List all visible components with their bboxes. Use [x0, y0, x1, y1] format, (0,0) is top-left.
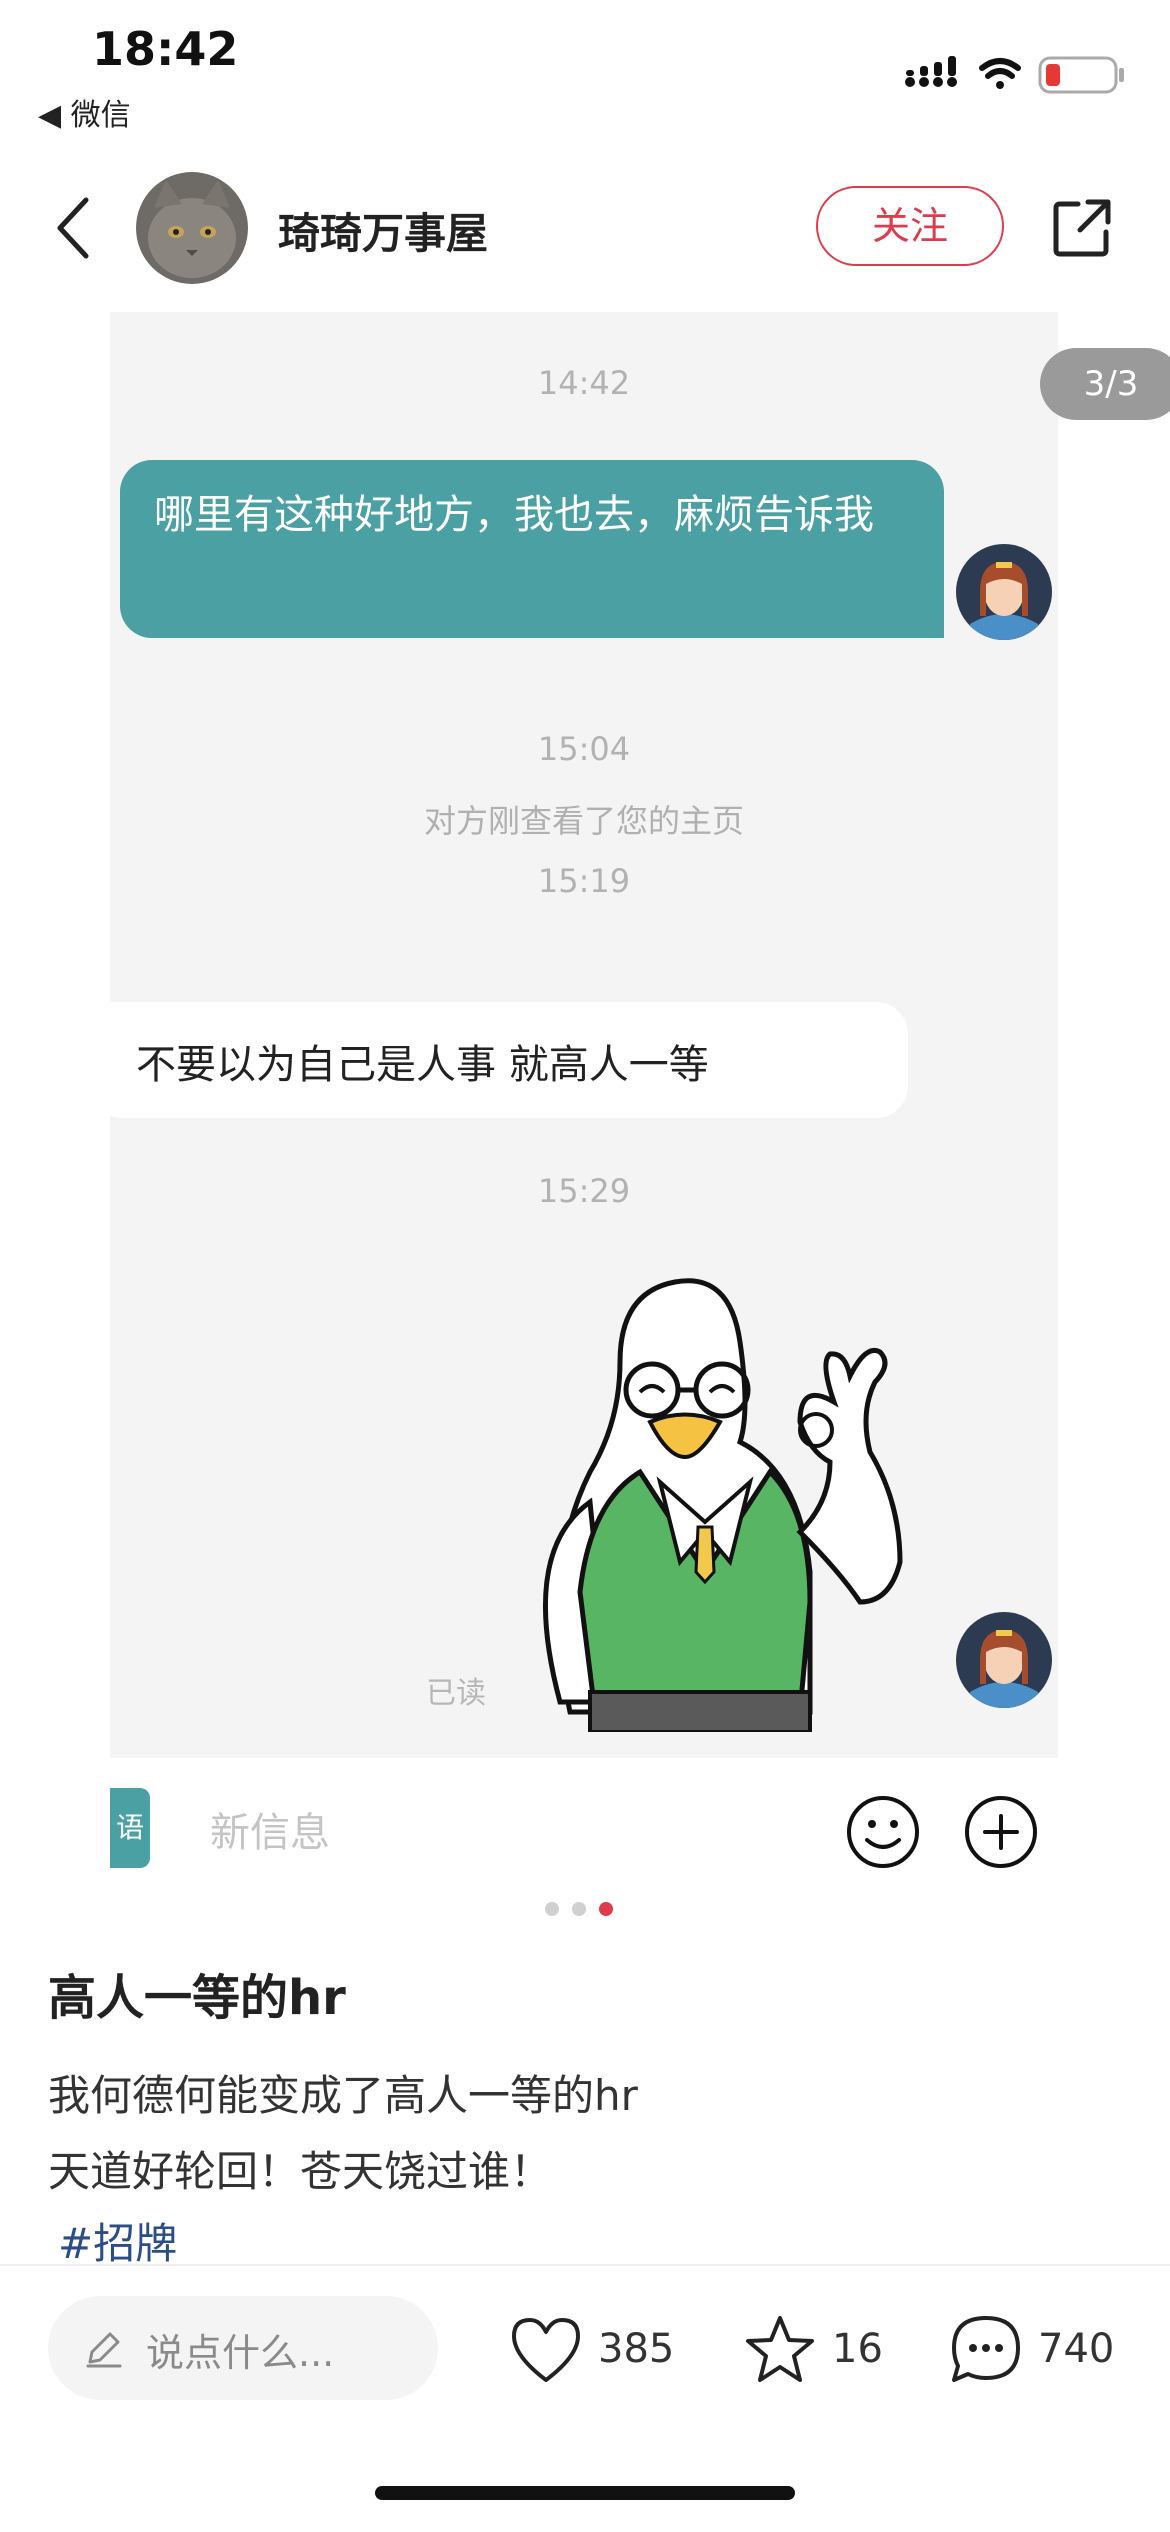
chat-timestamp: 15:29: [537, 1172, 631, 1210]
chat-input-bar: 语 新信息: [110, 1760, 1058, 1908]
girl-avatar-icon: [956, 544, 1052, 640]
girl-avatar-icon: [956, 1612, 1052, 1708]
post-body-line: 我何德何能变成了高人一等的hr: [48, 2071, 638, 2120]
cellular-signal-icon: [905, 56, 957, 87]
image-page-indicator: 3/3: [1040, 348, 1170, 420]
read-status: 已读: [426, 1676, 486, 1711]
user-avatar: [956, 544, 1052, 640]
system-message: 对方刚查看了您的主页: [423, 802, 744, 840]
speech-bubble-icon: [952, 2316, 1020, 2382]
voice-button: 语: [110, 1788, 150, 1868]
comment-input[interactable]: 说点什么...: [48, 2296, 438, 2400]
divider: [0, 2264, 1170, 2266]
star-icon: [746, 2316, 814, 2382]
home-indicator: [375, 2486, 795, 2500]
favorite-count: 16: [832, 2326, 883, 2372]
message-input-placeholder: 新信息: [210, 1810, 330, 1856]
follow-button[interactable]: 关注: [816, 186, 1004, 266]
pencil-icon: [86, 2332, 122, 2368]
carousel-dots: [545, 1902, 613, 1916]
incoming-message-bubble: 不要以为自己是人事 就高人一等: [110, 1002, 908, 1118]
plus-circle-icon: [965, 1796, 1037, 1868]
comment-count: 740: [1038, 2326, 1115, 2372]
favorite-button[interactable]: 16: [740, 2310, 890, 2390]
wifi-icon: [979, 58, 1021, 89]
outgoing-message-bubble: 哪里有这种好地方，我也去，麻烦告诉我: [120, 460, 944, 638]
post-title: 高人一等的hr: [48, 1970, 346, 2026]
user-avatar: [956, 1612, 1052, 1708]
author-avatar[interactable]: [136, 172, 248, 284]
like-count: 385: [598, 2326, 675, 2372]
post-body-line: 天道好轮回！苍天饶过谁！: [48, 2147, 553, 2196]
hashtag-link[interactable]: #招牌: [58, 2210, 177, 2271]
chat-timestamp: 15:19: [537, 862, 631, 900]
share-icon[interactable]: [1050, 196, 1114, 260]
cat-avatar-image: [136, 172, 248, 284]
comment-button[interactable]: 740: [946, 2310, 1116, 2390]
like-button[interactable]: 385: [506, 2310, 676, 2390]
comment-placeholder: 说点什么...: [146, 2331, 335, 2375]
status-icons: [905, 56, 1124, 94]
emoji-icon: [847, 1796, 919, 1868]
chat-timestamp: 14:42: [537, 364, 631, 402]
duck-ok-sticker: [542, 1278, 903, 1732]
post-image-chat-screenshot[interactable]: 14:42 哪里有这种好地方，我也去，麻烦告诉我 15:04 对方刚查看了您的主…: [110, 312, 1058, 1758]
back-to-wechat-link[interactable]: ◀ 微信: [38, 90, 131, 134]
status-time: 18:42: [92, 22, 239, 76]
author-name[interactable]: 琦琦万事屋: [278, 200, 488, 261]
heart-icon: [512, 2318, 580, 2382]
battery-icon: [1038, 56, 1124, 94]
chat-timestamp: 15:04: [537, 730, 631, 768]
back-arrow-icon[interactable]: [52, 196, 96, 260]
